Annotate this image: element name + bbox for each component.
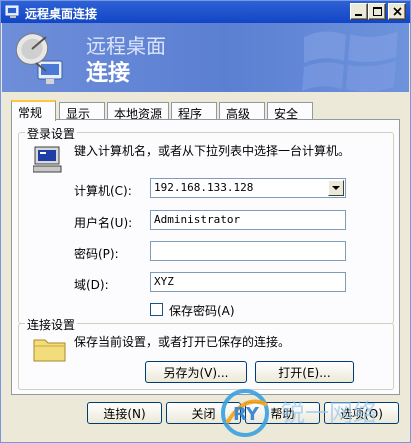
tab-display[interactable]: 显示 (59, 102, 105, 121)
tab-security[interactable]: 安全 (267, 102, 313, 121)
maximize-icon (372, 7, 382, 16)
chevron-down-icon (332, 185, 340, 190)
computer-label: 计算机(C): (74, 184, 132, 198)
connection-settings-group: 连接设置 保存当前设置，或者打开已保存的连接。 另存为(V)... 打开(E).… (18, 316, 394, 390)
save-password-label[interactable]: 保存密码(A) (169, 302, 235, 319)
close-icon (392, 7, 402, 16)
open-button[interactable]: 打开(E)... (255, 361, 354, 383)
tab-advanced[interactable]: 高级 (219, 102, 265, 121)
banner-title-line2: 连接 (86, 61, 131, 86)
tab-programs[interactable]: 程序 (171, 102, 217, 121)
password-label: 密码(P): (74, 247, 119, 261)
computer-value: 192.168.133.128 (154, 181, 254, 194)
title-bar[interactable]: 远程桌面连接 (1, 1, 410, 23)
domain-field[interactable]: XYZ (150, 272, 346, 292)
remote-desktop-window: 远程桌面连接 远程桌面 连接 常规 显示 本地资源 程序 高级 安全 登录设置 … (0, 0, 411, 443)
connection-settings-legend: 连接设置 (25, 316, 78, 333)
login-settings-group: 登录设置 键入计算机名，或者从下拉列表中选择一台计算机。 计算机(C): 192… (18, 125, 394, 324)
close-button[interactable]: 关闭 (166, 402, 241, 424)
header-banner: 远程桌面 连接 (2, 23, 409, 92)
save-password-checkbox[interactable] (150, 303, 163, 316)
options-button[interactable]: 选项(O) (324, 402, 399, 424)
combobox-dropdown-button[interactable] (328, 180, 344, 196)
computer-icon (33, 146, 62, 173)
windows-logo-icon (302, 31, 398, 92)
satellite-dish-icon (15, 33, 63, 84)
maximize-button[interactable] (368, 3, 386, 20)
window-title: 远程桌面连接 (25, 7, 98, 21)
computer-combobox[interactable]: 192.168.133.128 (150, 178, 346, 198)
connect-button[interactable]: 连接(N) (87, 402, 162, 424)
password-field[interactable] (150, 241, 346, 261)
domain-label: 域(D): (74, 278, 109, 292)
remote-desktop-icon (5, 5, 19, 18)
close-window-button[interactable] (388, 3, 406, 20)
connection-settings-text: 保存当前设置，或者打开已保存的连接。 (74, 335, 291, 349)
general-tab-panel: 登录设置 键入计算机名，或者从下拉列表中选择一台计算机。 计算机(C): 192… (11, 119, 400, 395)
login-instruction: 键入计算机名，或者从下拉列表中选择一台计算机。 (74, 144, 351, 158)
login-settings-legend: 登录设置 (25, 125, 78, 142)
save-as-button[interactable]: 另存为(V)... (145, 361, 247, 383)
tab-local-resources[interactable]: 本地资源 (107, 102, 169, 121)
folder-icon (33, 339, 66, 362)
minimize-icon (355, 13, 362, 16)
username-field[interactable]: Administrator (150, 210, 346, 230)
minimize-button[interactable] (350, 3, 368, 20)
help-button[interactable]: 帮助 (245, 402, 320, 424)
username-label: 用户名(U): (74, 216, 133, 230)
tab-general[interactable]: 常规 (11, 100, 56, 121)
